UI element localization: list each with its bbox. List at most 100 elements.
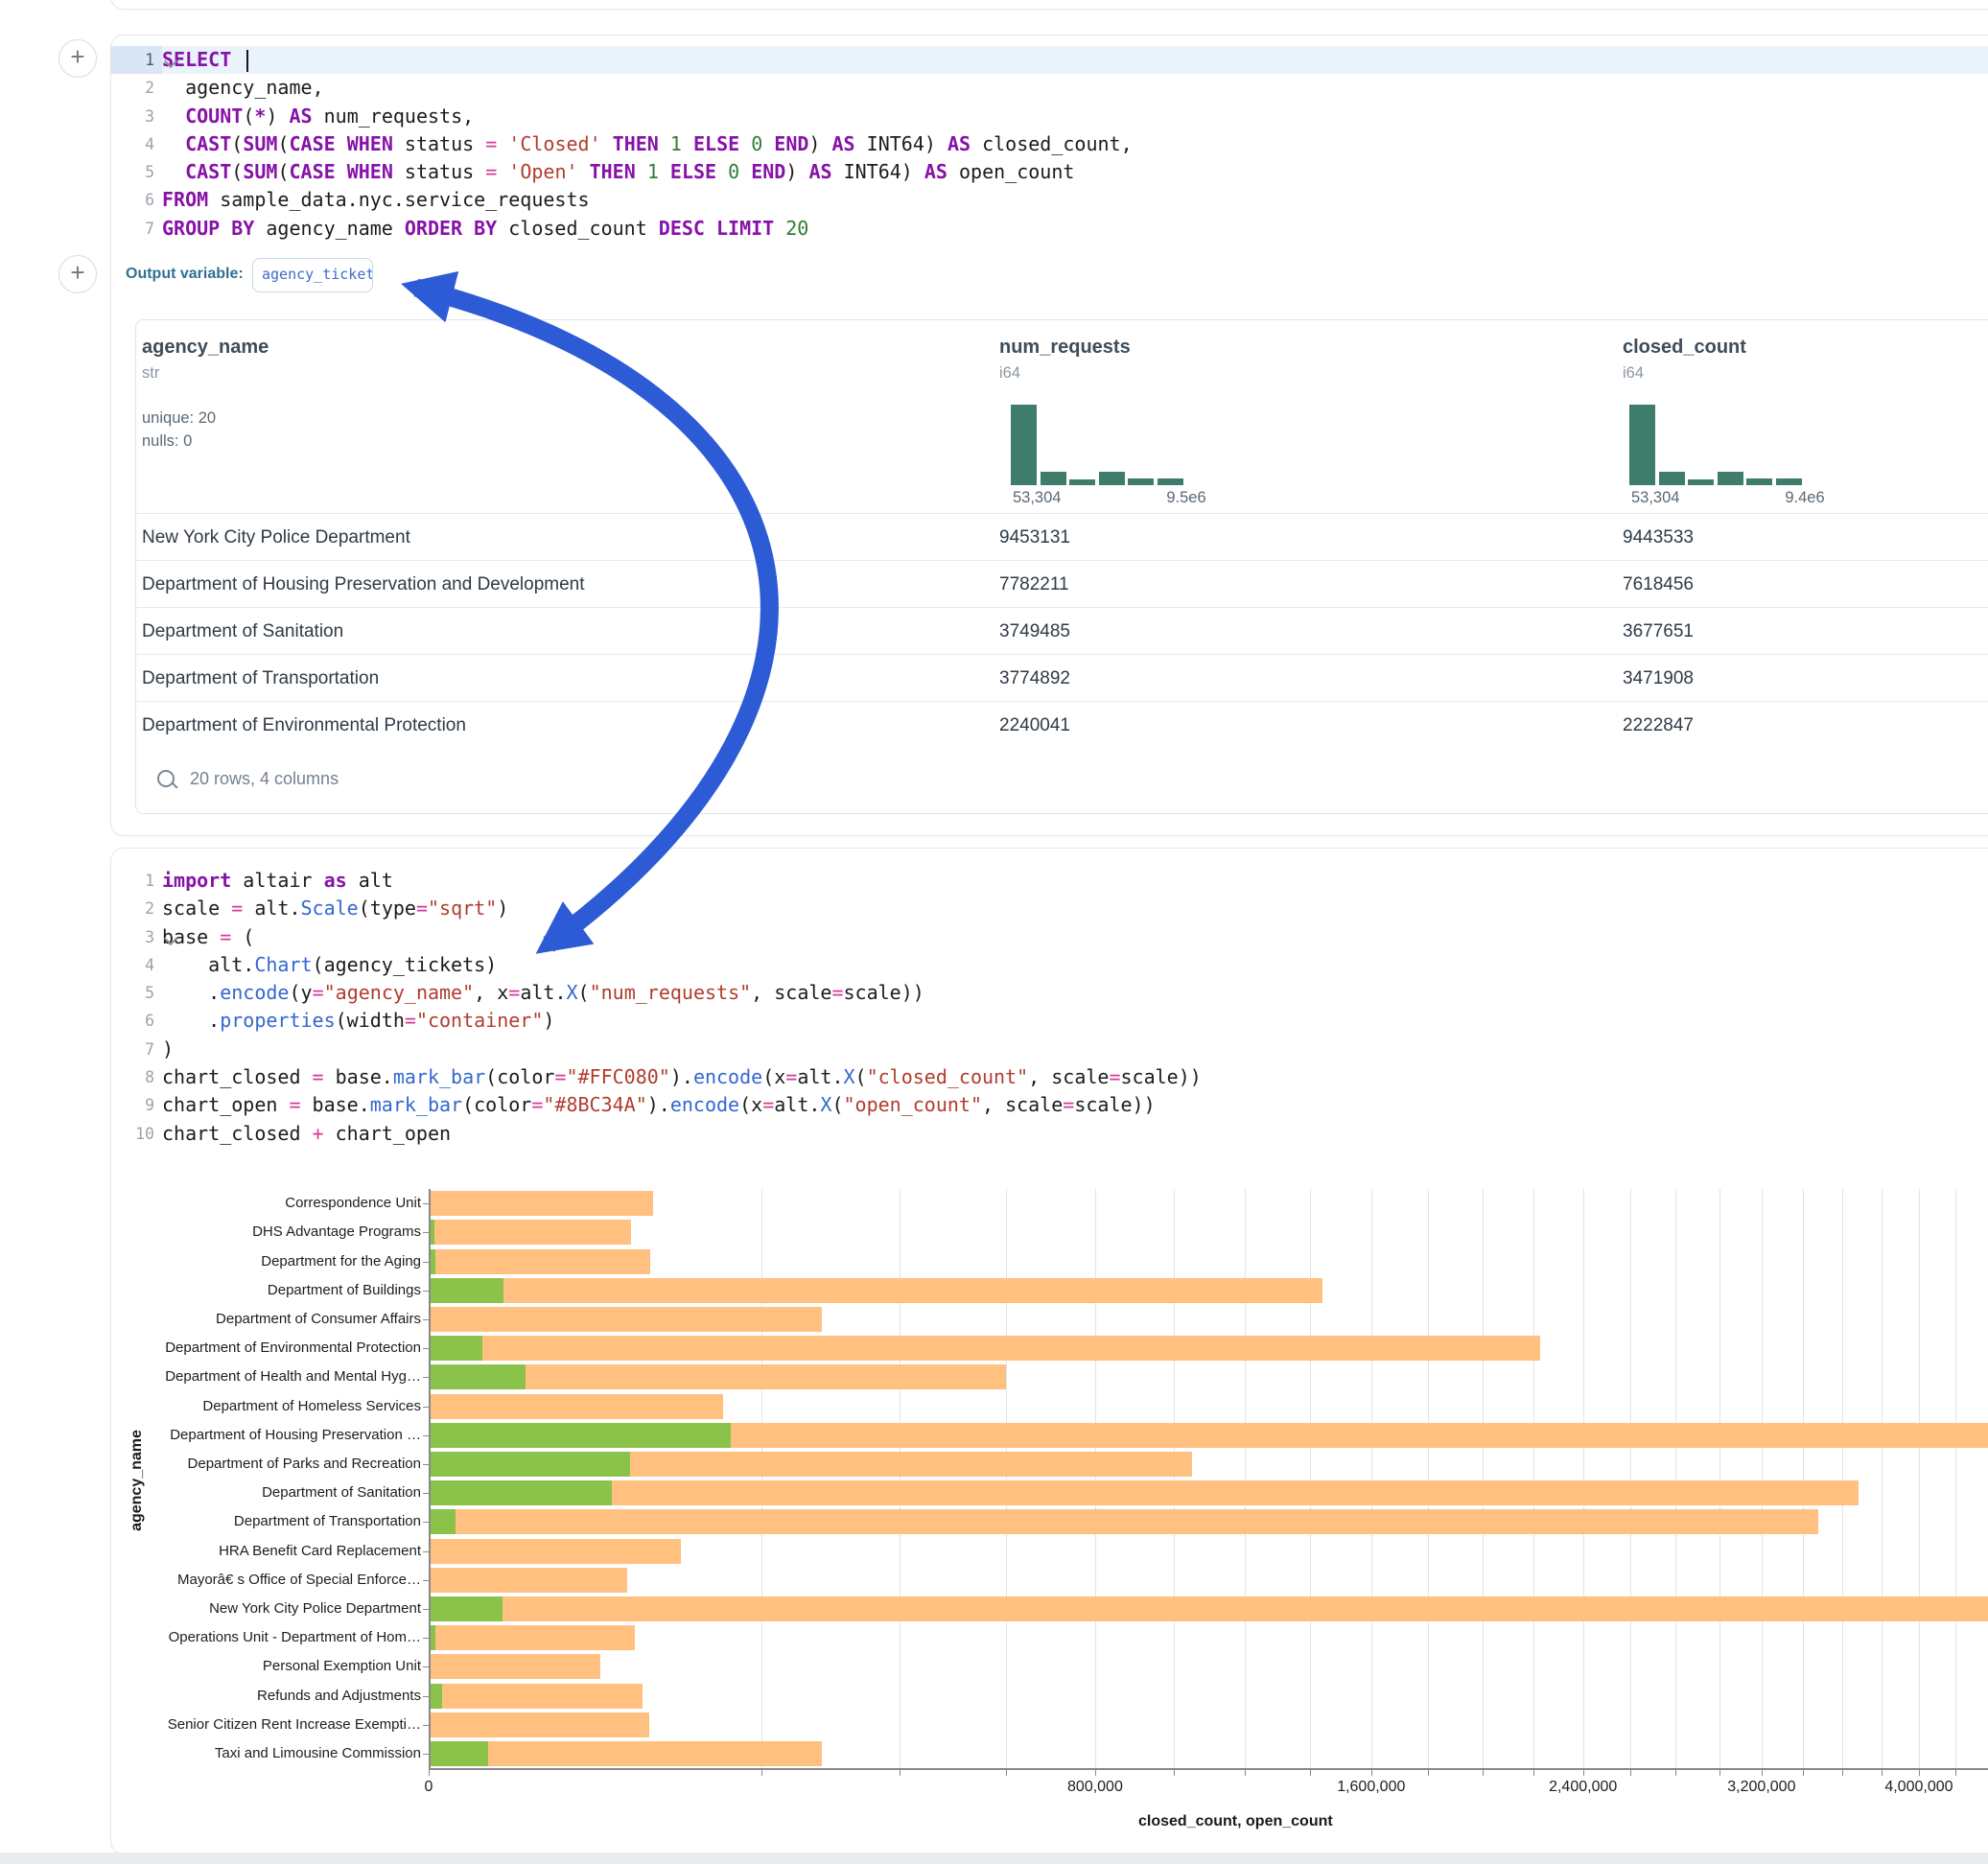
column-header-agency_name[interactable]: agency_name	[142, 337, 269, 359]
x-axis-tick	[1842, 1769, 1843, 1776]
histogram-bar	[1688, 479, 1714, 485]
add-cell-button-middle[interactable]: +	[58, 255, 97, 293]
histogram-bar	[1629, 405, 1655, 485]
open-count-bar	[430, 1596, 503, 1621]
closed-count-bar	[430, 1596, 1988, 1621]
line-number: 4	[111, 130, 162, 158]
table-cell: Department of Environmental Protection	[142, 702, 466, 749]
gridline	[1583, 1189, 1584, 1768]
text-caret	[246, 50, 248, 72]
table-row[interactable]: Department of Transportation377489234719…	[136, 654, 1988, 702]
gridline	[1095, 1189, 1096, 1768]
table-cell: 9443533	[1623, 514, 1694, 561]
closed-count-bar	[430, 1684, 643, 1709]
gridline	[1310, 1189, 1311, 1768]
gridline	[1483, 1189, 1484, 1768]
line-number: 3	[111, 103, 162, 130]
column-header-closed_count[interactable]: closed_count	[1623, 337, 1746, 359]
histogram-bar	[1128, 478, 1154, 485]
closed-count-bar	[430, 1336, 1540, 1361]
previous-cell-edge	[110, 0, 1988, 10]
histogram-bar	[1718, 472, 1743, 485]
y-axis-label: DHS Advantage Programs	[114, 1224, 421, 1240]
table-cell: 3774892	[999, 655, 1070, 702]
histogram-bar	[1099, 472, 1125, 485]
gridline	[1803, 1189, 1804, 1768]
x-axis-tick	[1675, 1769, 1676, 1776]
open-count-bar	[430, 1480, 612, 1505]
x-axis-tick	[1371, 1769, 1372, 1776]
closed-count-bar	[430, 1713, 649, 1737]
table-cell: 2240041	[999, 702, 1070, 749]
line-number: 1	[111, 46, 162, 74]
add-cell-button-top[interactable]: +	[58, 39, 97, 78]
column-histogram	[1629, 405, 1812, 485]
x-axis-tick	[1006, 1769, 1007, 1776]
python-cell: 1import altair as alt2scale = alt.Scale(…	[110, 848, 1988, 1854]
x-axis-tick	[1955, 1769, 1956, 1776]
table-row[interactable]: Department of Sanitation37494853677651	[136, 607, 1988, 655]
sql-line-5[interactable]: 5 CAST(SUM(CASE WHEN status = 'Open' THE…	[111, 158, 1988, 186]
cell-gap-strip	[0, 1852, 1988, 1864]
gridline	[1174, 1189, 1175, 1768]
x-axis-tick	[1095, 1769, 1096, 1776]
column-stat: nulls: 0	[142, 432, 192, 451]
line-number: 6	[111, 186, 162, 214]
sql-line-3[interactable]: 3 COUNT(*) AS num_requests,	[111, 103, 1988, 130]
sql-line-6[interactable]: 6FROM sample_data.nyc.service_requests	[111, 186, 1988, 214]
y-axis-label: Department of Health and Mental Hyg…	[114, 1369, 421, 1385]
closed-count-bar	[430, 1278, 1322, 1303]
table-cell: Department of Housing Preservation and D…	[142, 561, 585, 608]
open-count-bar	[430, 1278, 503, 1303]
histogram-bar	[1069, 479, 1095, 485]
gridline	[1428, 1189, 1429, 1768]
gridline	[1675, 1189, 1676, 1768]
code-text: agency_name,	[162, 74, 1988, 102]
table-row[interactable]: Department of Housing Preservation and D…	[136, 560, 1988, 608]
y-axis-label: Department of Buildings	[114, 1283, 421, 1298]
output-variable-label: Output variable:	[126, 266, 244, 283]
sql-line-7[interactable]: 7GROUP BY agency_name ORDER BY closed_co…	[111, 215, 1988, 243]
sql-line-1[interactable]: 1SELECT	[111, 46, 1988, 74]
results-table: agency_namestrunique: 20nulls: 0num_requ…	[135, 319, 1988, 814]
gridline	[1245, 1189, 1246, 1768]
closed-count-bar	[430, 1509, 1818, 1534]
x-axis-title: closed_count, open_count	[1138, 1813, 1333, 1830]
y-axis-label: Department of Housing Preservation …	[114, 1428, 421, 1443]
gridline	[1919, 1189, 1920, 1768]
column-header-num_requests[interactable]: num_requests	[999, 337, 1131, 359]
table-row[interactable]: Department of Environmental Protection 22…	[136, 701, 1988, 749]
table-cell: 7782211	[999, 561, 1069, 608]
y-axis-label: Personal Exemption Unit	[114, 1659, 421, 1674]
table-cell: Department of Transportation	[142, 655, 379, 702]
y-axis-label: Department of Parks and Recreation	[114, 1456, 421, 1472]
sql-line-2[interactable]: 2 agency_name,	[111, 74, 1988, 102]
table-cell: 3677651	[1623, 608, 1694, 655]
table-cell: 9453131	[999, 514, 1070, 561]
open-count-bar	[430, 1741, 488, 1766]
closed-count-bar	[430, 1741, 822, 1766]
open-count-bar	[430, 1364, 526, 1389]
sql-editor[interactable]: 1SELECT 2 agency_name,3 COUNT(*) AS num_…	[111, 46, 1988, 243]
y-axis-label: Mayorâ€ s Office of Special Enforce…	[114, 1573, 421, 1588]
gridline	[1762, 1189, 1763, 1768]
sql-line-4[interactable]: 4 CAST(SUM(CASE WHEN status = 'Closed' T…	[111, 130, 1988, 158]
histogram-max-label: 9.5e6	[1134, 489, 1239, 507]
open-count-bar	[430, 1625, 435, 1650]
histogram-min-label: 53,304	[1631, 489, 1679, 507]
y-axis-label: HRA Benefit Card Replacement	[114, 1544, 421, 1559]
table-row[interactable]: New York City Police Department945313194…	[136, 513, 1988, 561]
y-axis-title: agency_name	[129, 1428, 146, 1533]
y-axis-label: Department of Sanitation	[114, 1485, 421, 1501]
open-count-bar	[430, 1684, 442, 1709]
output-variable-pill[interactable]: agency_tickets	[252, 258, 373, 292]
table-cell: 7618456	[1623, 561, 1694, 608]
x-axis-tick	[1483, 1769, 1484, 1776]
table-cell: 3749485	[999, 608, 1070, 655]
y-axis-label: Department for the Aging	[114, 1254, 421, 1270]
open-count-bar	[430, 1509, 456, 1534]
search-icon[interactable]	[157, 770, 175, 787]
x-axis-tick	[1174, 1769, 1175, 1776]
gridline	[1371, 1189, 1372, 1768]
histogram-bar	[1011, 405, 1037, 485]
